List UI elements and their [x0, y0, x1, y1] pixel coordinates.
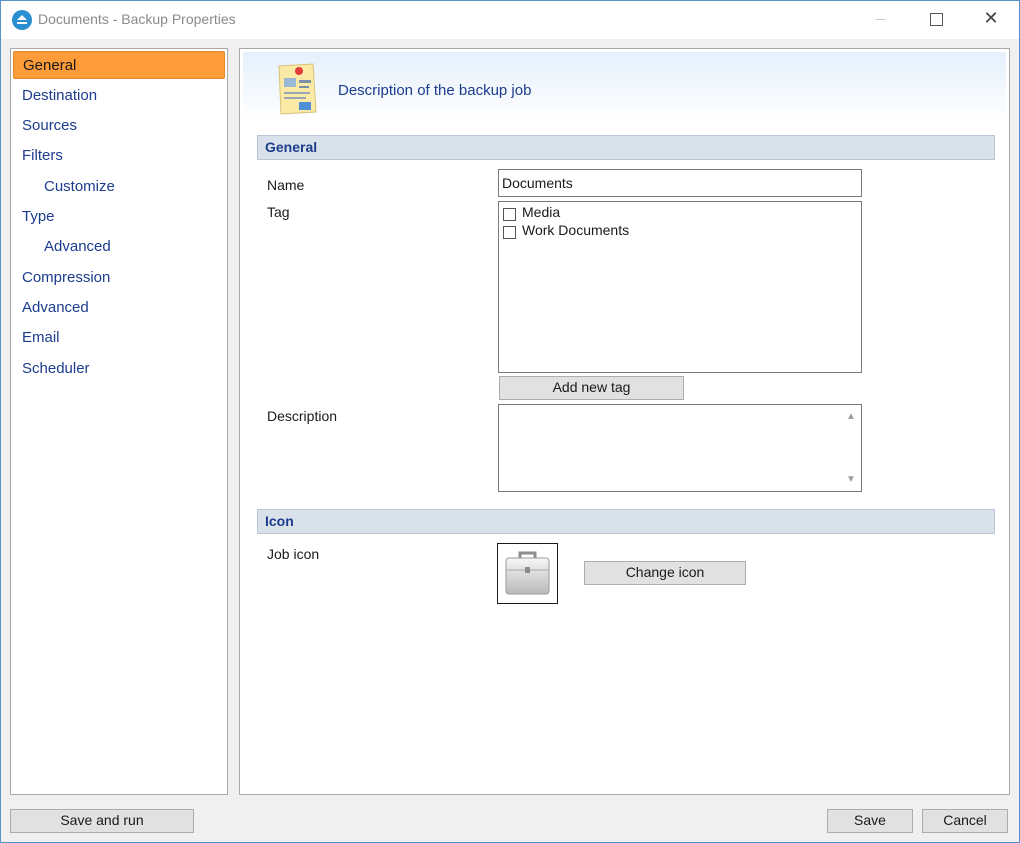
close-button[interactable]: ✕ [968, 1, 1014, 37]
save-and-run-button[interactable]: Save and run [10, 809, 194, 833]
sidebar-item-type-advanced[interactable]: Advanced [13, 233, 225, 261]
icon-section-title: Icon [265, 513, 294, 529]
briefcase-icon [505, 551, 550, 595]
title-bar: Documents - Backup Properties ✕ [1, 1, 1019, 39]
change-icon-button[interactable]: Change icon [584, 561, 746, 585]
sidebar-nav: General Destination Sources Filters Cust… [10, 48, 228, 795]
sidebar-item-email[interactable]: Email [13, 324, 225, 352]
add-new-tag-button[interactable]: Add new tag [499, 376, 684, 400]
name-label: Name [267, 177, 305, 193]
cancel-button[interactable]: Cancel [922, 809, 1008, 833]
sidebar-item-sources[interactable]: Sources [13, 112, 225, 140]
sidebar-item-customize[interactable]: Customize [13, 173, 225, 201]
header-banner: Description of the backup job [243, 52, 1006, 122]
tag-list[interactable]: Media Work Documents [498, 201, 862, 373]
tag-checkbox[interactable] [503, 208, 516, 221]
sidebar-item-scheduler[interactable]: Scheduler [13, 355, 225, 383]
icon-section-header: Icon [257, 509, 995, 534]
app-logo-icon [12, 10, 32, 30]
tag-item-label: Work Documents [522, 222, 630, 238]
properties-panel: Description of the backup job General Na… [239, 48, 1010, 795]
maximize-button[interactable] [913, 1, 959, 37]
tag-label: Tag [267, 204, 290, 220]
sidebar-item-filters[interactable]: Filters [13, 142, 225, 170]
tag-item-label: Media [522, 204, 561, 220]
description-label: Description [267, 408, 338, 424]
notes-icon [278, 63, 317, 115]
scroll-down-icon[interactable]: ▼ [846, 475, 856, 485]
description-textarea[interactable]: ▲ ▼ [498, 404, 862, 492]
job-icon-label: Job icon [267, 546, 320, 562]
save-button[interactable]: Save [827, 809, 913, 833]
general-section-title: General [265, 139, 318, 155]
job-icon-preview [497, 543, 558, 604]
banner-title: Description of the backup job [338, 82, 532, 99]
sidebar-item-type[interactable]: Type [13, 203, 225, 231]
sidebar-item-advanced[interactable]: Advanced [13, 294, 225, 322]
sidebar-item-compression[interactable]: Compression [13, 264, 225, 292]
backup-properties-window: Documents - Backup Properties ✕ General … [0, 0, 1020, 843]
sidebar-item-destination[interactable]: Destination [13, 82, 225, 110]
sidebar-item-general[interactable]: General [13, 51, 225, 79]
general-section-header: General [257, 135, 995, 160]
minimize-button[interactable] [858, 1, 904, 37]
description-scrollbar[interactable]: ▲ ▼ [841, 405, 861, 491]
name-field[interactable] [498, 169, 862, 197]
tag-checkbox[interactable] [503, 226, 516, 239]
scroll-up-icon[interactable]: ▲ [846, 412, 856, 422]
window-title: Documents - Backup Properties [38, 11, 236, 27]
